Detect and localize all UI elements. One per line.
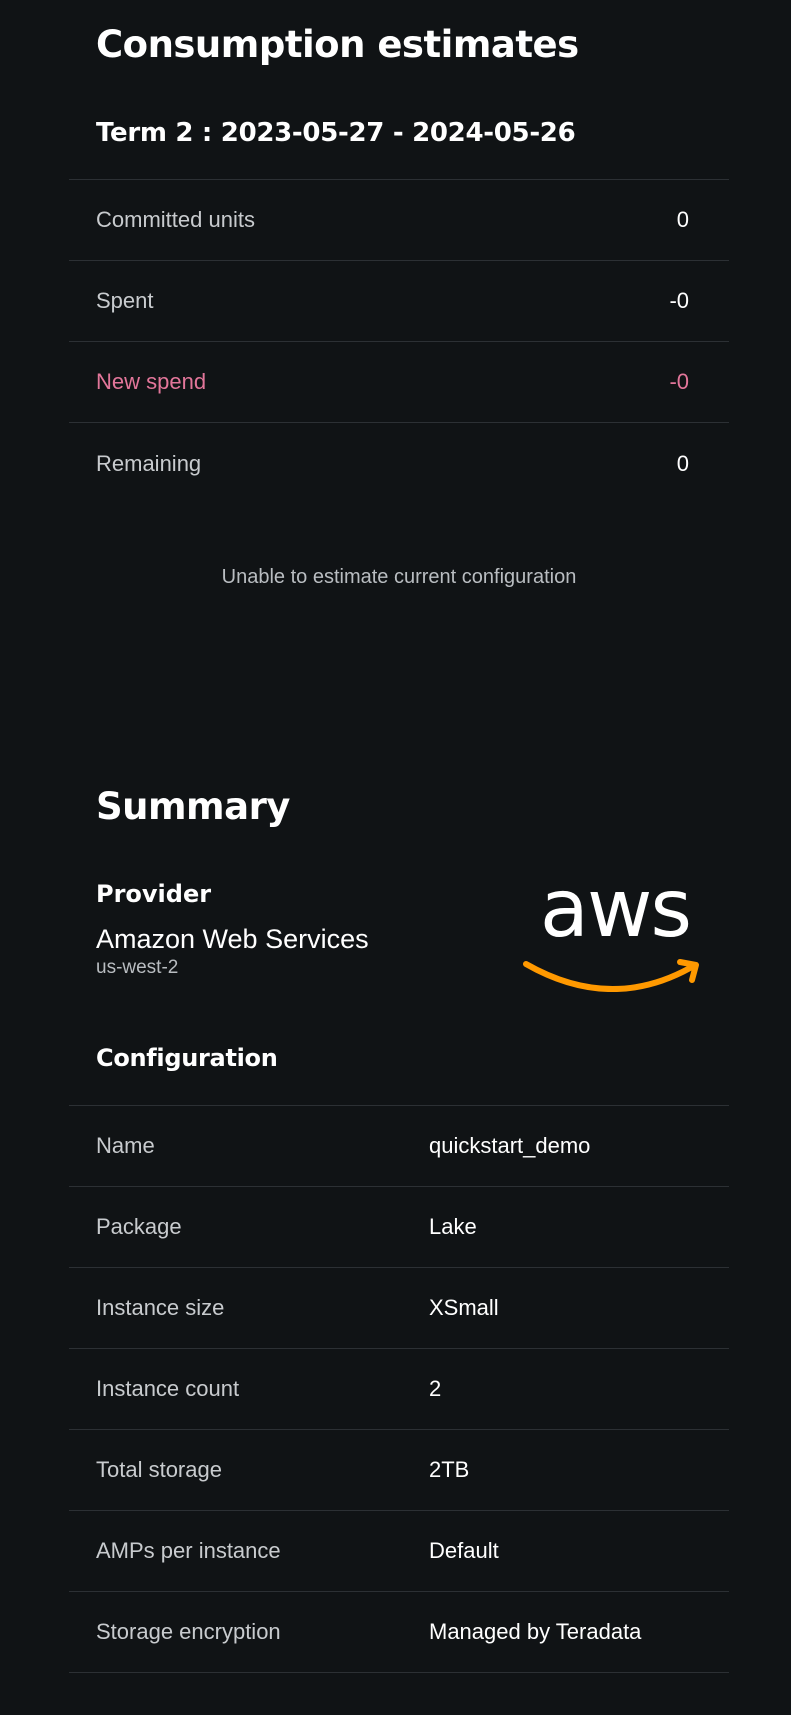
configuration-table: Name quickstart_demo Package Lake Instan… [69, 1105, 729, 1673]
config-value: XSmall [429, 1295, 499, 1320]
provider-name: Amazon Web Services [96, 924, 369, 954]
estimate-row-committed-units: Committed units 0 [69, 180, 729, 261]
estimate-label: Remaining [96, 450, 202, 476]
config-label: Instance size [96, 1295, 225, 1320]
provider-region: us-west-2 [96, 957, 179, 978]
config-value: 2 [429, 1376, 442, 1401]
config-label: Name [96, 1133, 155, 1158]
aws-logo-text: aws [540, 872, 690, 955]
estimate-label: Committed units [96, 207, 255, 232]
config-label: Total storage [96, 1457, 222, 1482]
estimate-value: -0 [669, 369, 689, 394]
config-value: 2TB [429, 1457, 470, 1482]
summary-title: Summary [96, 785, 290, 828]
config-row-total-storage: Total storage 2TB [69, 1430, 729, 1511]
estimate-unavailable-message: Unable to estimate current configuration [221, 566, 577, 588]
estimates-table: Committed units 0 Spent -0 New spend -0 … [69, 179, 729, 504]
estimate-row-remaining: Remaining 0 [69, 423, 729, 504]
estimate-value: 0 [676, 450, 689, 476]
configuration-title: Configuration [96, 1044, 278, 1072]
term-title: Term 2 : 2023-05-27 - 2024-05-26 [96, 118, 576, 148]
config-value: quickstart_demo [429, 1133, 591, 1158]
estimate-label: Spent [96, 288, 154, 313]
config-row-amps-per-instance: AMPs per instance Default [69, 1511, 729, 1592]
config-label: Package [96, 1214, 182, 1239]
config-label: AMPs per instance [96, 1538, 281, 1563]
aws-logo-icon: aws [523, 872, 699, 992]
provider-block: Provider Amazon Web Services us-west-2 [96, 880, 369, 979]
config-row-name: Name quickstart_demo [69, 1106, 729, 1187]
config-row-storage-encryption: Storage encryption Managed by Teradata [69, 1592, 729, 1673]
config-row-instance-size: Instance size XSmall [69, 1268, 729, 1349]
config-label: Instance count [96, 1376, 240, 1401]
config-label: Storage encryption [96, 1619, 281, 1644]
estimate-value: 0 [676, 207, 689, 232]
provider-label: Provider [96, 880, 212, 908]
config-row-instance-count: Instance count 2 [69, 1349, 729, 1430]
estimate-row-new-spend: New spend -0 [69, 342, 729, 423]
estimate-value: -0 [669, 288, 689, 313]
estimate-label: New spend [96, 369, 207, 394]
config-row-package: Package Lake [69, 1187, 729, 1268]
config-value: Lake [429, 1214, 477, 1239]
estimate-row-spent: Spent -0 [69, 261, 729, 342]
config-value: Managed by Teradata [429, 1619, 642, 1644]
consumption-estimates-title: Consumption estimates [96, 23, 579, 66]
config-value: Default [429, 1538, 499, 1563]
